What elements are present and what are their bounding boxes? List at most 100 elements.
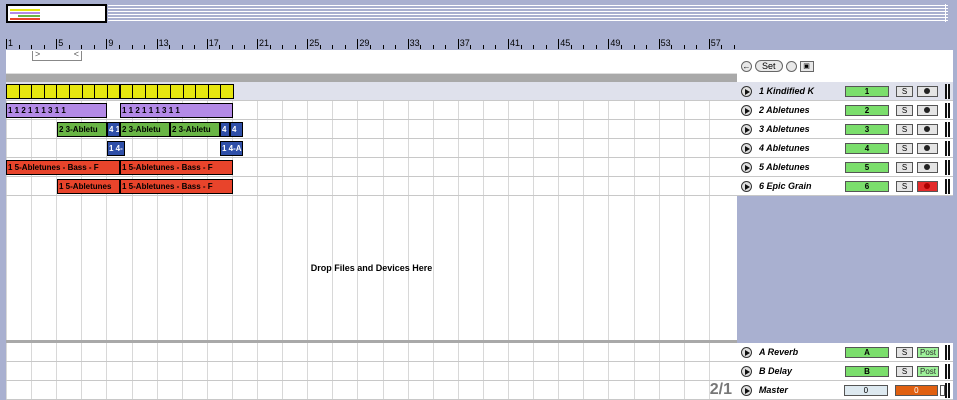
track-name[interactable]: 5 Abletunes [759, 162, 841, 172]
track-lane[interactable]: 1 4- 1 4-A [6, 139, 737, 158]
track-header[interactable]: 6 Epic Grain 6 S [737, 177, 953, 196]
next-locator-button[interactable] [785, 60, 797, 72]
solo-button[interactable]: S [896, 104, 913, 116]
play-clip-icon[interactable] [741, 123, 752, 135]
track-lanes[interactable]: 1 1 2 1 1 1 3 1 1 1 1 2 1 1 1 3 1 1 2 3-Ab… [6, 82, 737, 340]
pre-post-toggle[interactable]: Post [917, 346, 939, 358]
clip[interactable] [157, 84, 171, 99]
clip[interactable] [6, 84, 20, 99]
track-header[interactable]: 5 Abletunes 5 S [737, 158, 953, 177]
clip[interactable]: 1 5-Abletunes - Bass - F [120, 179, 233, 194]
master-track-name[interactable]: Master [759, 385, 840, 395]
play-clip-icon[interactable] [741, 161, 752, 173]
clip[interactable]: 1 4- [107, 141, 125, 156]
clip[interactable] [132, 84, 146, 99]
track-activator-button[interactable]: 1 [845, 85, 889, 97]
clip[interactable] [81, 84, 96, 99]
clip[interactable] [31, 84, 45, 99]
song-overview[interactable] [0, 0, 957, 26]
clip[interactable] [195, 84, 209, 99]
clip[interactable]: 1 4-A [220, 141, 243, 156]
clip[interactable]: 1 5-Abletunes - Bass - F [120, 160, 233, 175]
clip[interactable] [106, 84, 121, 99]
clip[interactable]: 4 1 [220, 122, 230, 137]
clip[interactable] [144, 84, 159, 99]
record-arm-button[interactable] [917, 123, 938, 135]
solo-button[interactable]: S [896, 180, 913, 192]
set-locator-button[interactable]: Set [755, 60, 783, 72]
play-clip-icon[interactable] [741, 104, 752, 116]
solo-button[interactable]: S [896, 123, 913, 135]
clip[interactable]: 2 3-Abletu [170, 122, 220, 137]
clip[interactable]: 1 5-Abletunes - Bass - F [6, 160, 120, 175]
clip[interactable]: 2 3-Abletu [120, 122, 170, 137]
clip[interactable] [220, 84, 234, 99]
pre-post-toggle[interactable]: Post [917, 365, 939, 377]
track-name[interactable]: 4 Abletunes [759, 143, 841, 153]
clip[interactable] [69, 84, 83, 99]
lock-icon[interactable]: ▣ [799, 60, 814, 72]
return-activator-button[interactable]: B [845, 365, 889, 377]
track-name[interactable]: 1 Kindified K [759, 86, 841, 96]
record-arm-button[interactable] [917, 142, 938, 154]
track-lane[interactable] [6, 82, 737, 101]
return-track-name[interactable]: B Delay [759, 366, 841, 376]
record-arm-button[interactable] [917, 85, 938, 97]
track-name[interactable]: 2 Abletunes [759, 105, 841, 115]
track-lane[interactable]: 1 5-Abletunes - Bass - F1 5-Abletunes - … [6, 158, 737, 177]
track-header[interactable]: 3 Abletunes 3 S [737, 120, 953, 139]
track-header[interactable]: 2 Abletunes 2 S [737, 101, 953, 120]
return-track-name[interactable]: A Reverb [759, 347, 841, 357]
play-icon[interactable] [741, 365, 752, 377]
track-activator-button[interactable]: 4 [845, 142, 889, 154]
track-name[interactable]: 3 Abletunes [759, 124, 841, 134]
loop-end-marker[interactable]: < [74, 49, 79, 59]
track-activator-button[interactable]: 5 [845, 161, 889, 173]
master-volume-field[interactable]: 0 [844, 384, 888, 396]
time-signature[interactable]: 2/1 [710, 381, 732, 399]
record-arm-button[interactable] [917, 180, 938, 192]
solo-button[interactable]: S [896, 365, 913, 377]
return-track-header[interactable]: B Delay B S Post [737, 362, 953, 381]
clip[interactable] [18, 84, 33, 99]
track-header[interactable]: 1 Kindified K 1S [737, 82, 953, 101]
return-activator-button[interactable]: A [845, 346, 889, 358]
clip[interactable] [56, 84, 71, 99]
solo-button[interactable]: S [896, 346, 913, 358]
clip[interactable] [182, 84, 197, 99]
clip[interactable]: 2 3-Abletu [57, 122, 107, 137]
drop-zone[interactable]: Drop Files and Devices Here [6, 196, 737, 340]
clip[interactable] [207, 84, 222, 99]
solo-button[interactable]: S [896, 85, 913, 97]
track-activator-button[interactable]: 2 [845, 104, 889, 116]
clip[interactable]: 4 1 [107, 122, 120, 137]
clip[interactable]: 1 5-Abletunes [57, 179, 120, 194]
loop-brace[interactable]: > < [32, 49, 82, 61]
overview-viewport-box[interactable] [6, 4, 107, 23]
beat-time-ruler[interactable]: 1 5 9 13 17 21 25 29 33 37 41 45 49 53 57 [0, 30, 748, 50]
return-lanes[interactable]: 2/1 [6, 343, 737, 400]
track-header[interactable]: 4 Abletunes 4 S [737, 139, 953, 158]
solo-button[interactable]: S [896, 142, 913, 154]
previous-locator-button[interactable]: ← [741, 60, 752, 72]
play-clip-icon[interactable] [741, 85, 752, 97]
record-arm-button[interactable] [917, 161, 938, 173]
master-track-header[interactable]: Master 0 0 [737, 381, 953, 400]
play-clip-icon[interactable] [741, 180, 752, 192]
play-clip-icon[interactable] [741, 142, 752, 154]
loop-bar[interactable]: > < [6, 49, 737, 74]
track-activator-button[interactable]: 3 [845, 123, 889, 135]
clip[interactable]: 4 [230, 122, 243, 137]
return-track-header[interactable]: A Reverb A S Post [737, 343, 953, 362]
clip[interactable] [169, 84, 184, 99]
track-lane[interactable]: 2 3-Abletu4 12 3-Abletu2 3-Abletu4 14 [6, 120, 737, 139]
clip[interactable] [43, 84, 58, 99]
play-icon[interactable] [741, 346, 752, 358]
solo-button[interactable]: S [896, 161, 913, 173]
cue-volume-field[interactable]: 0 [894, 384, 939, 396]
clip[interactable] [119, 84, 134, 99]
record-arm-button[interactable] [917, 104, 938, 116]
loop-start-marker[interactable]: > [35, 49, 40, 59]
clip[interactable]: 1 1 2 1 1 1 3 1 1 [120, 103, 233, 118]
track-lane[interactable]: 1 1 2 1 1 1 3 1 1 1 1 2 1 1 1 3 1 1 [6, 101, 737, 120]
